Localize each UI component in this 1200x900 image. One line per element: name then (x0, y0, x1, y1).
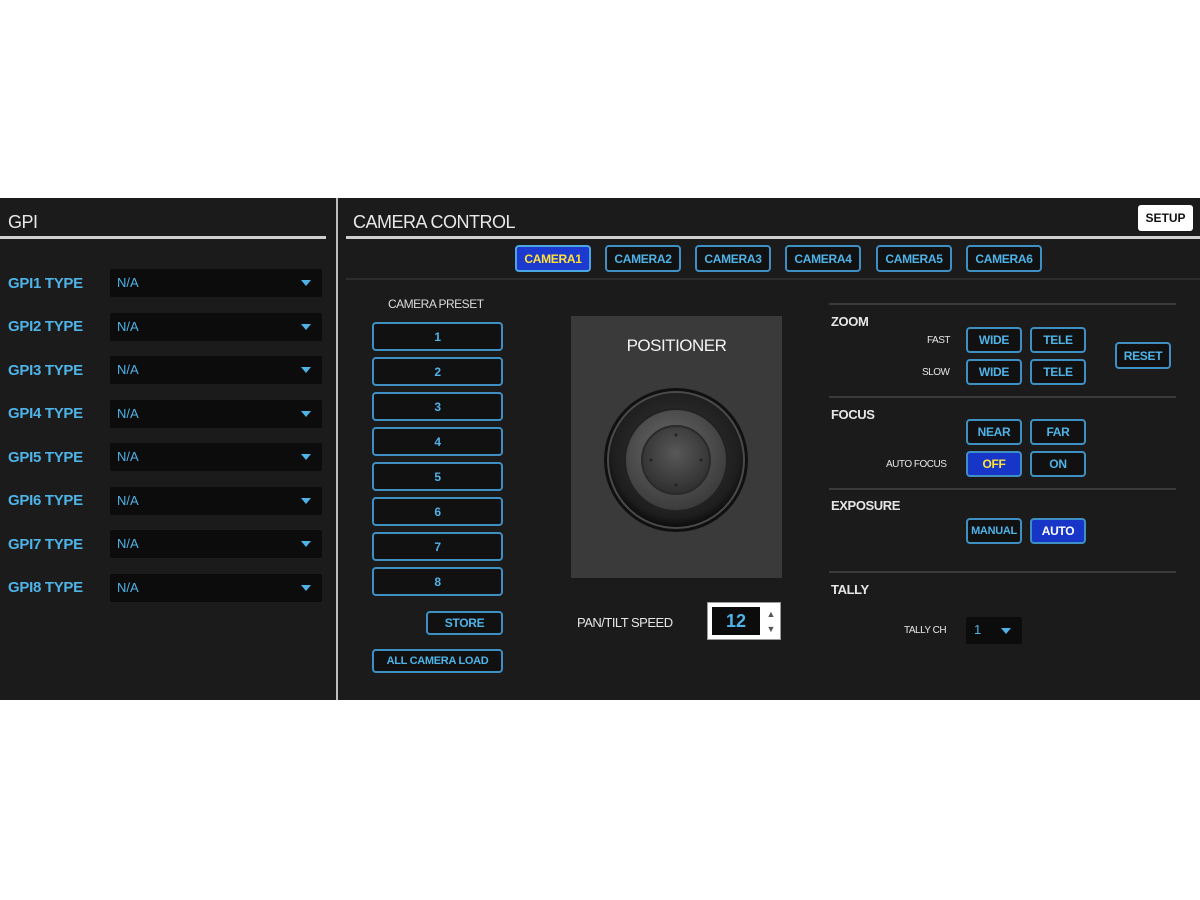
all-camera-load-button[interactable]: ALL CAMERA LOAD (372, 649, 503, 673)
gpi7-type-select[interactable]: N/A (110, 530, 322, 558)
gpi-title-rule (0, 236, 326, 239)
section-divider (829, 571, 1176, 573)
positioner-area: POSITIONER (571, 316, 782, 578)
auto-focus-off-button[interactable]: OFF (966, 451, 1022, 477)
preset-button-3[interactable]: 3 (372, 392, 503, 421)
gpi-row-label: GPI5 TYPE (8, 449, 83, 466)
gpi4-type-select[interactable]: N/A (110, 400, 322, 428)
preset-button-8[interactable]: 8 (372, 567, 503, 596)
exposure-auto-button[interactable]: AUTO (1030, 518, 1086, 544)
gpi-title: GPI (8, 212, 38, 232)
camera-control-title: CAMERA CONTROL (353, 212, 516, 232)
gpi-select-value: N/A (117, 536, 139, 551)
focus-near-button[interactable]: NEAR (966, 419, 1022, 445)
gpi8-type-select[interactable]: N/A (110, 574, 322, 602)
preset-button-4[interactable]: 4 (372, 427, 503, 456)
chevron-down-icon (301, 280, 311, 286)
tally-title: TALLY (831, 582, 869, 597)
chevron-down-icon (301, 367, 311, 373)
gpi2-type-select[interactable]: N/A (110, 313, 322, 341)
zoom-slow-tele-button[interactable]: TELE (1030, 359, 1086, 385)
zoom-fast-label: FAST (927, 335, 951, 346)
chevron-down-icon (301, 324, 311, 330)
gpi-row-label: GPI1 TYPE (8, 275, 83, 292)
gpi3-type-select[interactable]: N/A (110, 356, 322, 384)
tally-ch-value: 1 (974, 622, 982, 637)
gpi-row-label: GPI4 TYPE (8, 405, 83, 422)
tab-camera1[interactable]: CAMERA1 (515, 245, 591, 272)
tally-ch-select[interactable]: 1 (966, 617, 1022, 644)
exposure-title: EXPOSURE (831, 498, 901, 513)
gpi-row-label: GPI2 TYPE (8, 318, 83, 335)
gpi-select-value: N/A (117, 493, 139, 508)
gpi-row-label: GPI8 TYPE (8, 579, 83, 596)
section-divider (829, 303, 1176, 305)
focus-title: FOCUS (831, 407, 875, 422)
tab-bar-divider (346, 278, 1200, 280)
gpi-select-value: N/A (117, 275, 139, 290)
gpi-row-label: GPI3 TYPE (8, 362, 83, 379)
section-divider (829, 396, 1176, 398)
gpi-row-label: GPI6 TYPE (8, 492, 83, 509)
preset-button-2[interactable]: 2 (372, 357, 503, 386)
tab-camera2[interactable]: CAMERA2 (605, 245, 681, 272)
chevron-up-icon[interactable]: ▲ (765, 607, 777, 621)
pan-tilt-speed-label: PAN/TILT SPEED (577, 615, 673, 630)
camera-preset-title: CAMERA PRESET (388, 297, 484, 311)
tab-camera5[interactable]: CAMERA5 (876, 245, 952, 272)
gpi6-type-select[interactable]: N/A (110, 487, 322, 515)
gpi1-type-select[interactable]: N/A (110, 269, 322, 297)
preset-button-7[interactable]: 7 (372, 532, 503, 561)
tab-camera3[interactable]: CAMERA3 (695, 245, 771, 272)
gpi-select-value: N/A (117, 406, 139, 421)
tab-camera4[interactable]: CAMERA4 (785, 245, 861, 272)
store-button[interactable]: STORE (426, 611, 503, 635)
section-divider (829, 488, 1176, 490)
chevron-down-icon (301, 585, 311, 591)
chevron-down-icon (301, 498, 311, 504)
zoom-fast-tele-button[interactable]: TELE (1030, 327, 1086, 353)
gpi-select-value: N/A (117, 362, 139, 377)
preset-button-6[interactable]: 6 (372, 497, 503, 526)
pan-tilt-speed-value[interactable]: 12 (712, 607, 760, 635)
tally-ch-label: TALLY CH (904, 625, 947, 636)
zoom-reset-button[interactable]: RESET (1115, 342, 1171, 369)
pan-tilt-speed-stepper[interactable]: 12 ▲ ▼ (707, 602, 781, 640)
chevron-down-icon (301, 541, 311, 547)
joystick-graphic (604, 388, 748, 532)
chevron-down-icon[interactable]: ▼ (765, 622, 777, 636)
auto-focus-label: AUTO FOCUS (886, 459, 947, 470)
exposure-manual-button[interactable]: MANUAL (966, 518, 1022, 544)
gpi-select-value: N/A (117, 449, 139, 464)
auto-focus-on-button[interactable]: ON (1030, 451, 1086, 477)
chevron-down-icon (301, 454, 311, 460)
zoom-title: ZOOM (831, 314, 869, 329)
preset-button-5[interactable]: 5 (372, 462, 503, 491)
gpi-select-value: N/A (117, 319, 139, 334)
chevron-down-icon (1001, 628, 1011, 634)
gpi-select-value: N/A (117, 580, 139, 595)
zoom-slow-wide-button[interactable]: WIDE (966, 359, 1022, 385)
camera-control-title-rule (346, 236, 1200, 239)
chevron-down-icon (301, 411, 311, 417)
gpi-row-label: GPI7 TYPE (8, 536, 83, 553)
focus-far-button[interactable]: FAR (1030, 419, 1086, 445)
gpi5-type-select[interactable]: N/A (110, 443, 322, 471)
zoom-fast-wide-button[interactable]: WIDE (966, 327, 1022, 353)
zoom-slow-label: SLOW (922, 367, 950, 378)
tab-camera6[interactable]: CAMERA6 (966, 245, 1042, 272)
setup-button[interactable]: SETUP (1138, 205, 1193, 231)
preset-button-1[interactable]: 1 (372, 322, 503, 351)
